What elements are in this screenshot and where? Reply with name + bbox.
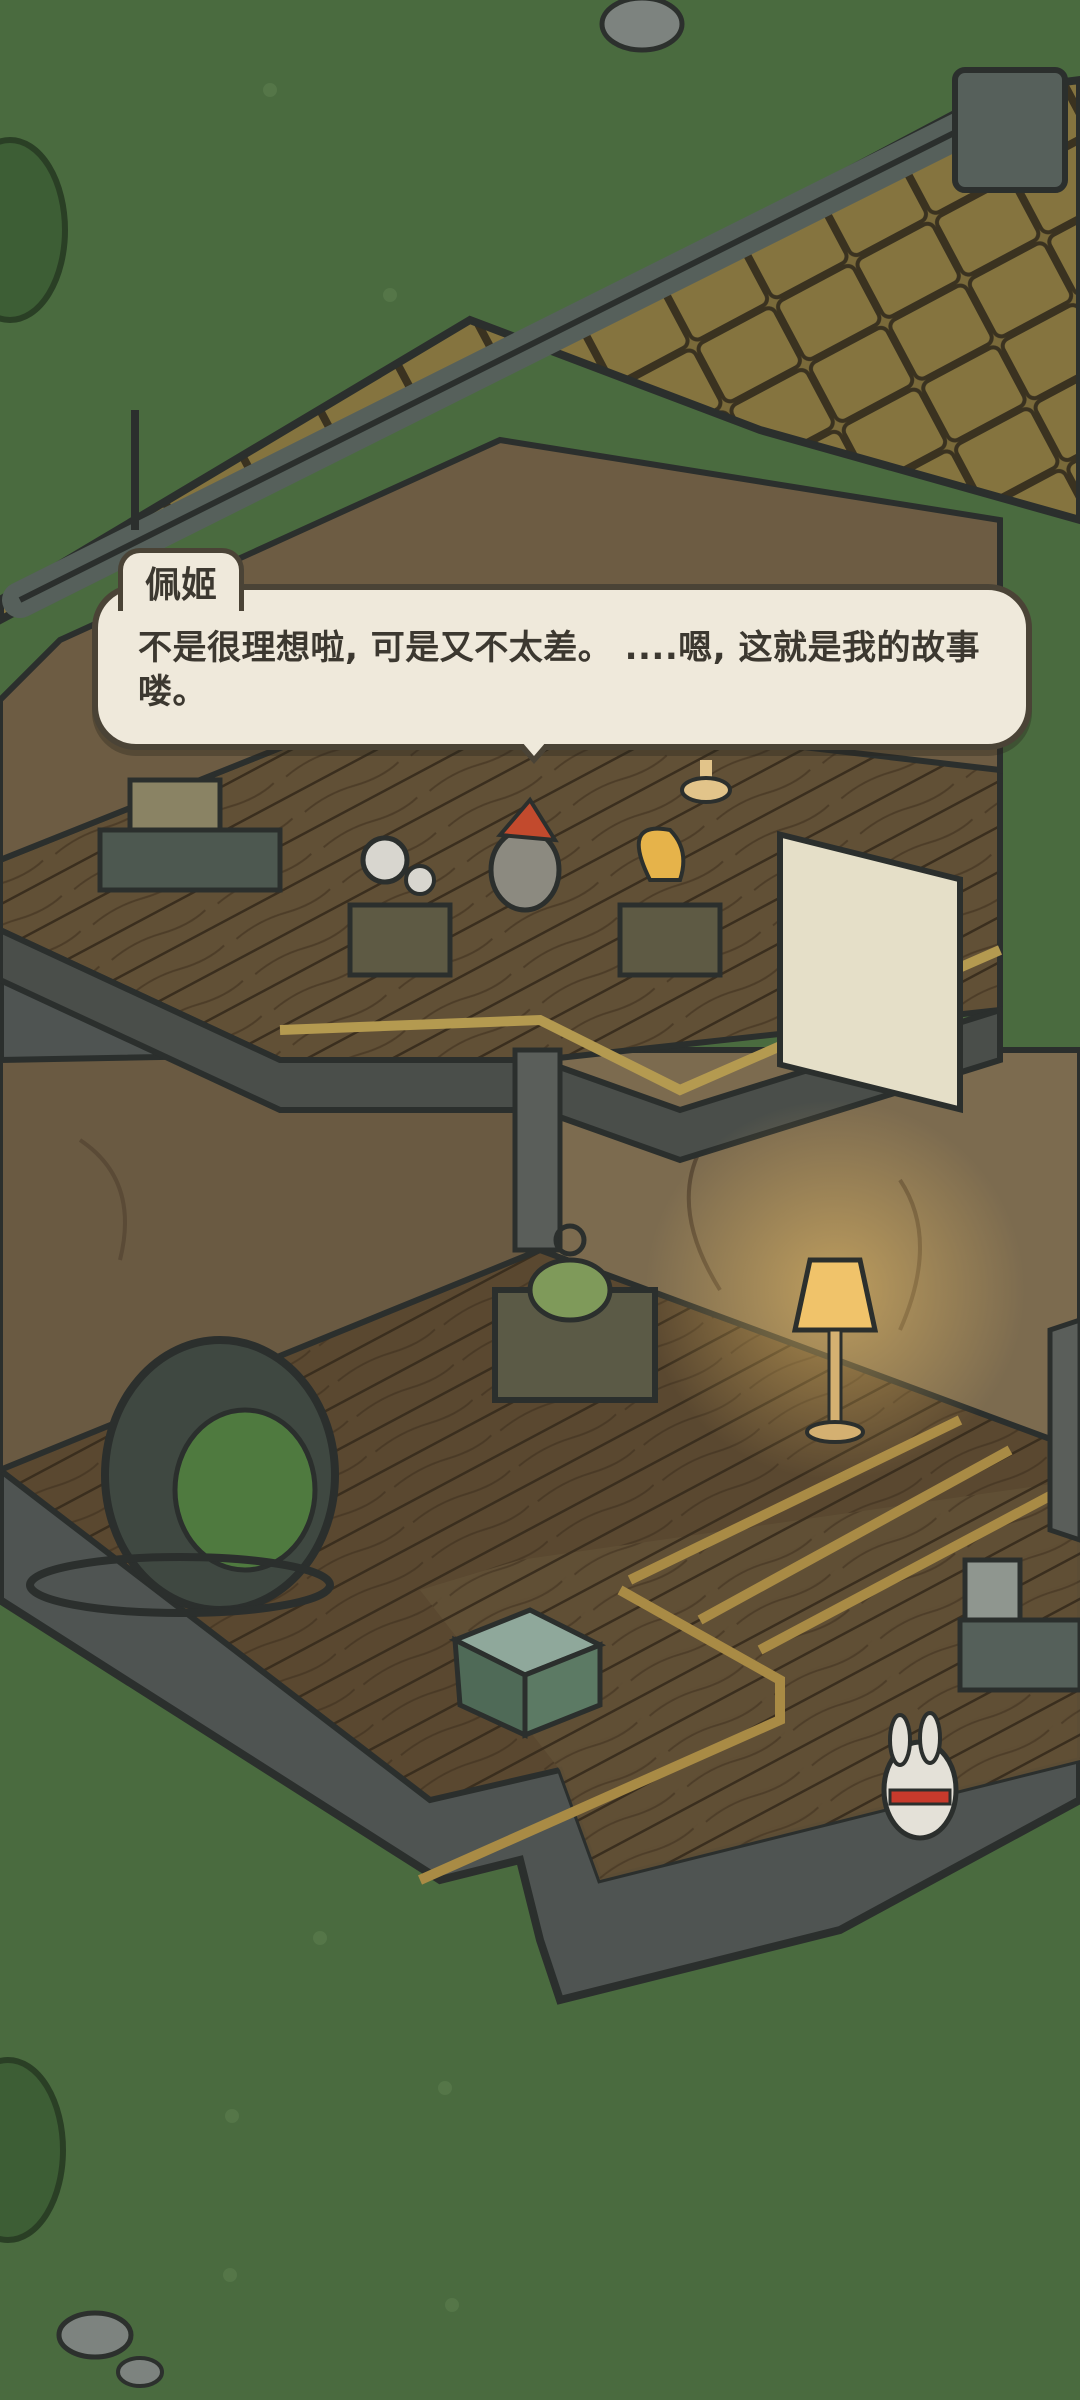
speaker-tag: 佩姬 bbox=[118, 548, 245, 611]
support-pillar bbox=[512, 1047, 563, 1253]
right-wall bbox=[1047, 1317, 1080, 1543]
dialogue-tail-inner bbox=[522, 742, 546, 756]
speaker-name: 佩姬 bbox=[145, 565, 218, 606]
chimney bbox=[952, 67, 1068, 193]
game-viewport[interactable]: 不是很理想啦, 可是又不太差。 ....嗯, 这就是我的故事喽。 佩姬 bbox=[0, 0, 1080, 2400]
dialogue-text: 不是很理想啦, 可是又不太差。 ....嗯, 这就是我的故事喽。 bbox=[138, 628, 981, 712]
game-scene[interactable] bbox=[0, 0, 1080, 2400]
picture-board bbox=[777, 830, 963, 1114]
